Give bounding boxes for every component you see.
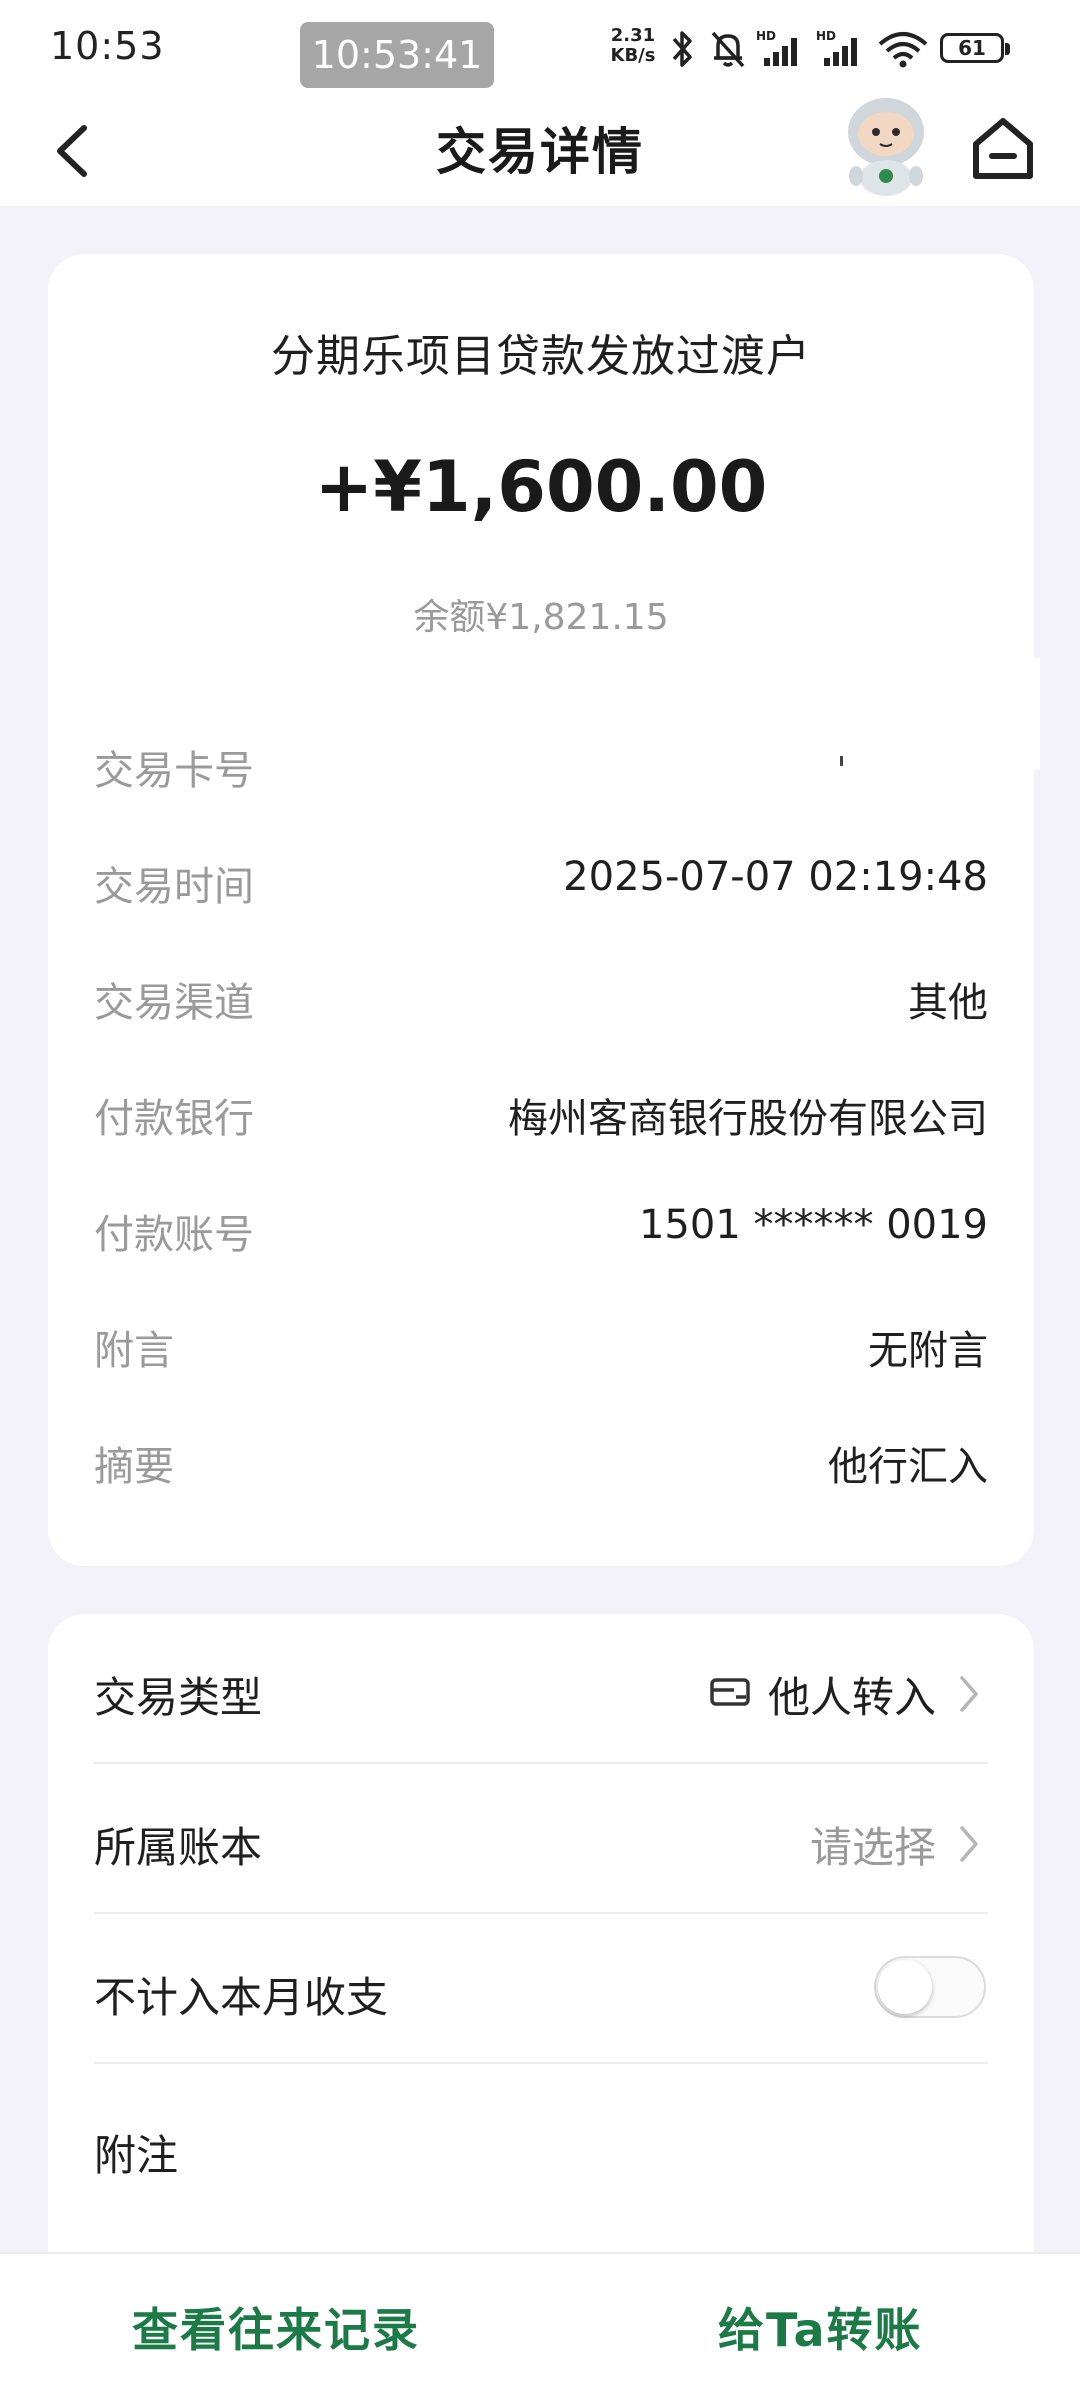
exclude-monthly-toggle[interactable]: [874, 1956, 986, 2018]
transaction-type-row[interactable]: 交易类型 他人转入: [94, 1614, 988, 1764]
detail-label: 付款银行: [94, 1096, 254, 1142]
detail-value: 无附言: [868, 1328, 988, 1374]
transfer-card-icon: [710, 1678, 750, 1706]
chevron-right-icon: [960, 1676, 978, 1712]
exclude-monthly-row: 不计入本月收支: [94, 1914, 988, 2064]
detail-row-remark: 附言 无附言: [94, 1304, 988, 1384]
masked-card-number: [840, 756, 843, 766]
detail-row-payer-bank: 付款银行 梅州客商银行股份有限公司: [94, 1072, 988, 1152]
nav-bar: 交易详情: [0, 96, 1080, 206]
astronaut-mascot-icon[interactable]: [836, 88, 936, 198]
detail-label: 摘要: [94, 1444, 174, 1490]
svg-text:HD: HD: [816, 29, 836, 43]
detail-value: 梅州客商银行股份有限公司: [508, 1096, 988, 1142]
toggle-knob: [878, 1960, 932, 2014]
transaction-type-label: 交易类型: [94, 1673, 263, 1722]
detail-row-card-number: 交易卡号: [94, 724, 988, 804]
network-speed-value: 2.31: [610, 25, 656, 46]
svg-text:HD: HD: [756, 29, 776, 43]
exclude-monthly-label: 不计入本月收支: [94, 1973, 389, 2022]
note-row[interactable]: 附注: [94, 2064, 988, 2214]
detail-value: 其他: [908, 980, 988, 1026]
transaction-summary-card: 分期乐项目贷款发放过渡户 +¥1,600.00 余额¥1,821.15 交易卡号…: [48, 254, 1040, 1566]
bluetooth-icon: [672, 31, 692, 67]
payer-name: 分期乐项目贷款发放过渡户: [271, 331, 811, 382]
signal-hd-icon: HD: [756, 29, 797, 66]
detail-row-time: 交易时间 2025-07-07 02:19:48: [94, 840, 988, 920]
transaction-amount: +¥1,600.00: [314, 446, 768, 528]
bottom-action-bar: 查看往来记录 给Ta转账: [0, 2252, 1080, 2400]
transaction-detail-page: 10:53 10:53:41 2.31 KB/s HD HD 61 交易详情 分…: [0, 0, 1080, 2400]
status-time: 10:53: [50, 24, 165, 68]
detail-row-payer-account: 付款账号 1501 ****** 0019: [94, 1188, 988, 1268]
transfer-to-ta-button[interactable]: 给Ta转账: [718, 2294, 923, 2360]
note-label: 附注: [94, 2131, 179, 2180]
bell-off-icon: [711, 31, 745, 68]
account-book-label: 所属账本: [94, 1823, 263, 1872]
detail-label: 交易渠道: [94, 980, 254, 1026]
detail-value: 他行汇入: [828, 1444, 988, 1490]
home-icon[interactable]: [968, 112, 1038, 184]
status-bar: 10:53 10:53:41 2.31 KB/s HD HD 61: [0, 0, 1080, 96]
account-book-row[interactable]: 所属账本 请选择: [94, 1764, 988, 1914]
detail-label: 附言: [94, 1328, 174, 1374]
chevron-right-icon: [960, 1826, 978, 1862]
detail-row-channel: 交易渠道 其他: [94, 956, 988, 1036]
network-speed-unit: KB/s: [610, 45, 656, 66]
detail-label: 付款账号: [94, 1212, 254, 1258]
view-history-button[interactable]: 查看往来记录: [132, 2294, 420, 2360]
transaction-type-value: 他人转入: [767, 1673, 936, 1722]
wifi-icon: [878, 32, 928, 68]
card-edge-highlight: [1034, 658, 1040, 770]
detail-value: 2025-07-07 02:19:48: [563, 854, 988, 900]
detail-label: 交易时间: [94, 864, 254, 910]
battery-icon: 61: [940, 33, 1010, 63]
signal-hd-icon: HD: [816, 29, 857, 66]
detail-value: 1501 ****** 0019: [638, 1202, 988, 1248]
clock-overlay: 10:53:41: [300, 22, 494, 88]
network-speed: 2.31 KB/s: [608, 26, 658, 66]
detail-label: 交易卡号: [94, 748, 254, 794]
account-book-value: 请选择: [809, 1823, 936, 1872]
account-balance: 余额¥1,821.15: [413, 597, 669, 638]
detail-row-summary: 摘要 他行汇入: [94, 1420, 988, 1500]
